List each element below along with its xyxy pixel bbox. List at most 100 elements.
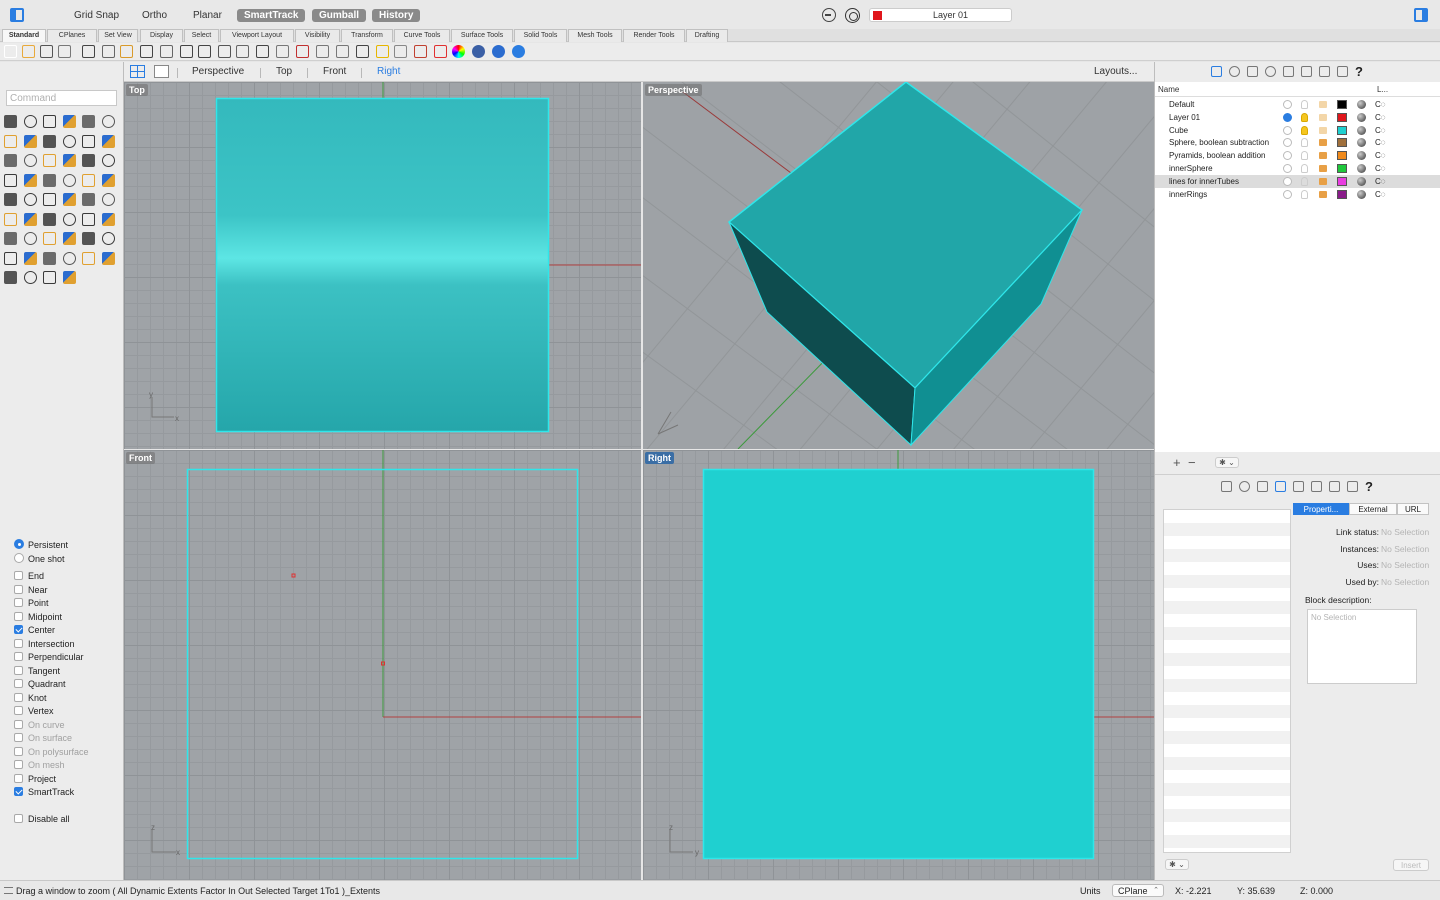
- material-icon[interactable]: [1357, 112, 1366, 122]
- hatch-icon[interactable]: [23, 212, 37, 226]
- linetype-value[interactable]: C◌: [1375, 175, 1386, 188]
- layer-color-swatch[interactable]: [1337, 151, 1347, 161]
- radio-icon[interactable]: [14, 553, 24, 563]
- select-icon[interactable]: [296, 45, 309, 58]
- zoom-dynamic-icon[interactable]: [23, 251, 37, 265]
- join-icon[interactable]: [62, 193, 76, 206]
- single-viewport-icon[interactable]: [154, 65, 169, 78]
- render-icon[interactable]: [62, 232, 76, 245]
- copy-icon[interactable]: [102, 45, 115, 58]
- grid-snap-toggle[interactable]: Grid Snap: [74, 10, 119, 21]
- tab-cplanes[interactable]: CPlanes: [47, 29, 97, 42]
- extrude-icon[interactable]: [101, 134, 115, 148]
- arc-icon[interactable]: [82, 115, 95, 128]
- column-linetype[interactable]: L...: [1377, 85, 1388, 94]
- save-as-icon[interactable]: [58, 45, 71, 58]
- layer-name[interactable]: Default: [1169, 98, 1281, 111]
- layer-row[interactable]: Pyramids, boolean addition C◌: [1155, 149, 1440, 162]
- split-icon[interactable]: [43, 193, 56, 206]
- tab-curve-tools[interactable]: Curve Tools: [394, 29, 450, 42]
- block-tab-1[interactable]: External: [1349, 503, 1397, 515]
- light-tool-icon[interactable]: [101, 251, 115, 265]
- osnap-end[interactable]: End: [14, 570, 44, 582]
- material-icon[interactable]: [434, 45, 447, 58]
- box-icon[interactable]: [23, 154, 37, 167]
- textures-icon[interactable]: [1301, 66, 1312, 77]
- check-icon[interactable]: [43, 232, 56, 245]
- edit-surface-icon[interactable]: [4, 154, 17, 167]
- new-file-icon[interactable]: [4, 45, 17, 58]
- lock-icon[interactable]: [1319, 139, 1327, 147]
- unlock-icon[interactable]: [276, 45, 289, 58]
- remove-layer-button[interactable]: −: [1188, 455, 1196, 470]
- current-layer-radio-icon[interactable]: [1283, 176, 1292, 186]
- ghosted-icon[interactable]: [472, 45, 485, 58]
- checkbox-icon[interactable]: [14, 598, 23, 607]
- sphere-icon[interactable]: [43, 154, 56, 167]
- checkbox-icon[interactable]: [14, 665, 23, 675]
- zoom-extents-icon[interactable]: [236, 45, 249, 58]
- tab-transform[interactable]: Transform: [341, 29, 393, 42]
- zoom-icon[interactable]: [198, 45, 211, 58]
- lightbulb-icon[interactable]: [1301, 100, 1308, 109]
- analyze-icon[interactable]: [101, 212, 115, 226]
- open-file-icon[interactable]: [22, 45, 35, 58]
- record-history-icon[interactable]: [822, 8, 836, 22]
- lock-icon[interactable]: [1319, 165, 1327, 172]
- undo-icon[interactable]: [140, 45, 153, 58]
- command-input[interactable]: Command: [6, 90, 117, 106]
- cut-icon[interactable]: [82, 45, 95, 58]
- block-tab-0[interactable]: Properti...: [1293, 503, 1349, 515]
- gear-icon[interactable]: ✱ ⌄: [1165, 859, 1189, 870]
- osnap-on-surface[interactable]: On surface: [14, 732, 72, 744]
- select-points-icon[interactable]: [4, 115, 17, 128]
- sun-icon[interactable]: [492, 45, 505, 58]
- linetype-value[interactable]: C◌: [1375, 162, 1386, 175]
- top-viewport[interactable]: Top y x: [124, 82, 641, 449]
- tab-render-tools[interactable]: Render Tools: [623, 29, 685, 42]
- cylinder-icon[interactable]: [62, 154, 76, 167]
- checkbox-icon[interactable]: [14, 773, 23, 783]
- layer-color-swatch[interactable]: [1337, 112, 1347, 122]
- zoom-tool-icon[interactable]: [82, 232, 95, 245]
- display-icon[interactable]: [316, 45, 329, 58]
- lightbulb-icon[interactable]: [1301, 112, 1308, 122]
- rectangle-icon[interactable]: [4, 134, 17, 148]
- grid-icon[interactable]: [82, 251, 95, 265]
- layer-name[interactable]: Sphere, boolean subtraction: [1169, 136, 1281, 149]
- checkbox-icon[interactable]: [14, 760, 23, 769]
- block-icon[interactable]: [43, 212, 56, 226]
- cube-top-face-3d[interactable]: [727, 82, 1084, 390]
- display-icon[interactable]: [1337, 66, 1348, 77]
- filter-icon[interactable]: [845, 8, 860, 23]
- tab-viewport-layout[interactable]: Viewport Layout: [220, 29, 294, 42]
- checkbox-icon[interactable]: [14, 746, 23, 756]
- osnap-near[interactable]: Near: [14, 584, 48, 596]
- named-views-icon[interactable]: [1329, 481, 1340, 492]
- checkbox-icon[interactable]: [14, 787, 23, 796]
- current-layer-radio-icon[interactable]: [1283, 112, 1292, 122]
- osnap-vertex[interactable]: Vertex: [14, 705, 54, 717]
- osnap-mode-one-shot[interactable]: One shot: [14, 553, 65, 565]
- lock-tool-icon[interactable]: [4, 271, 17, 284]
- layer-color-swatch[interactable]: [1337, 138, 1347, 148]
- current-layer-radio-icon[interactable]: [1283, 138, 1292, 148]
- osnap-perpendicular[interactable]: Perpendicular: [14, 651, 84, 663]
- polyline-curve-icon[interactable]: [101, 115, 115, 128]
- tab-visibility[interactable]: Visibility: [295, 29, 340, 42]
- checkbox-icon[interactable]: [14, 584, 23, 594]
- layer-row[interactable]: Cube C◌: [1155, 124, 1440, 137]
- lock-icon[interactable]: [1319, 177, 1327, 185]
- osnap-project[interactable]: Project: [14, 773, 56, 785]
- zoom-window-tool-icon[interactable]: [101, 232, 115, 245]
- linetype-value[interactable]: C◌: [1375, 124, 1386, 137]
- zoom-extents-tool-icon[interactable]: [43, 251, 56, 265]
- environment-icon[interactable]: [452, 45, 465, 58]
- osnap-disable-all[interactable]: Disable all: [14, 813, 70, 825]
- light-icon[interactable]: [394, 45, 407, 58]
- lightbulb-icon[interactable]: [1301, 125, 1308, 135]
- osnap-quadrant[interactable]: Quadrant: [14, 678, 66, 690]
- tab-mesh-tools[interactable]: Mesh Tools: [568, 29, 622, 42]
- material-icon[interactable]: [1357, 125, 1366, 135]
- block-tab-2[interactable]: URL: [1397, 503, 1429, 515]
